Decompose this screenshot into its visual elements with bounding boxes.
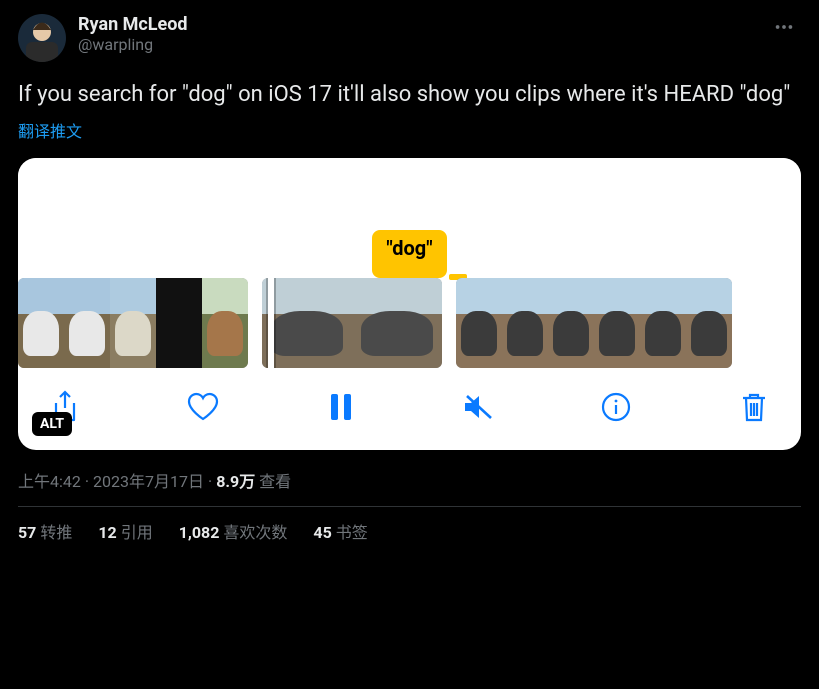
retweets-count: 57 (18, 523, 36, 542)
retweets-stat[interactable]: 57转推 (18, 519, 72, 543)
tweet-date[interactable]: 2023年7月17日 (93, 472, 204, 491)
timeline-frame (156, 278, 202, 368)
retweets-label: 转推 (40, 523, 72, 542)
translate-link[interactable]: 翻译推文 (18, 118, 801, 142)
views-label: 查看 (259, 472, 291, 491)
clip-group[interactable] (262, 278, 442, 368)
search-pill: "dog" (372, 230, 446, 278)
timeline-frame (262, 278, 352, 368)
media-card[interactable]: "dog" (18, 158, 801, 450)
clip-group[interactable] (18, 278, 248, 368)
media-top-space (18, 158, 801, 230)
timeline-frame (18, 278, 64, 368)
display-name[interactable]: Ryan McLeod (78, 14, 767, 35)
video-timeline[interactable] (18, 278, 801, 368)
quotes-stat[interactable]: 12 引用 (98, 519, 152, 543)
bookmarks-label: 书签 (336, 523, 368, 542)
timeline-frame (202, 278, 248, 368)
pause-icon[interactable] (324, 390, 358, 424)
timeline-frame (64, 278, 110, 368)
media-action-row (18, 368, 801, 450)
likes-label: 喜欢次数 (223, 523, 287, 542)
engagement-row: 57转推 12 引用 1,082喜欢次数 45 书签 (18, 519, 801, 543)
tweet-text: If you search for "dog" on iOS 17 it'll … (18, 80, 801, 110)
timeline-frame (456, 278, 502, 368)
timeline-frame (352, 278, 442, 368)
avatar[interactable] (18, 14, 66, 62)
quotes-count: 12 (98, 523, 116, 542)
alt-badge[interactable]: ALT (32, 412, 72, 436)
likes-stat[interactable]: 1,082喜欢次数 (179, 519, 288, 543)
info-icon[interactable] (599, 390, 633, 424)
user-info: Ryan McLeod @warpling (78, 14, 767, 54)
trash-icon[interactable] (737, 390, 771, 424)
timeline-frame (640, 278, 686, 368)
quotes-label: 引用 (121, 523, 153, 542)
views-count[interactable]: 8.9万 (216, 472, 255, 491)
timeline-frame (594, 278, 640, 368)
bookmarks-count: 45 (313, 523, 331, 542)
likes-count: 1,082 (179, 523, 220, 542)
timeline-frame (686, 278, 732, 368)
heart-icon[interactable] (186, 390, 220, 424)
search-pill-row: "dog" (18, 230, 801, 278)
divider (18, 506, 801, 507)
user-handle[interactable]: @warpling (78, 35, 767, 54)
playhead[interactable] (268, 278, 274, 368)
bookmarks-stat[interactable]: 45 书签 (313, 519, 367, 543)
more-options-button[interactable] (767, 14, 801, 45)
tweet-time[interactable]: 上午4:42 (18, 472, 81, 491)
tweet-header: Ryan McLeod @warpling (18, 14, 801, 62)
timeline-frame (502, 278, 548, 368)
tweet-meta: 上午4:42·2023年7月17日·8.9万 查看 (18, 468, 801, 492)
clip-group[interactable] (456, 278, 732, 368)
timeline-frame (110, 278, 156, 368)
mute-icon[interactable] (461, 390, 495, 424)
timeline-frame (548, 278, 594, 368)
tweet-container: Ryan McLeod @warpling If you search for … (0, 0, 819, 553)
